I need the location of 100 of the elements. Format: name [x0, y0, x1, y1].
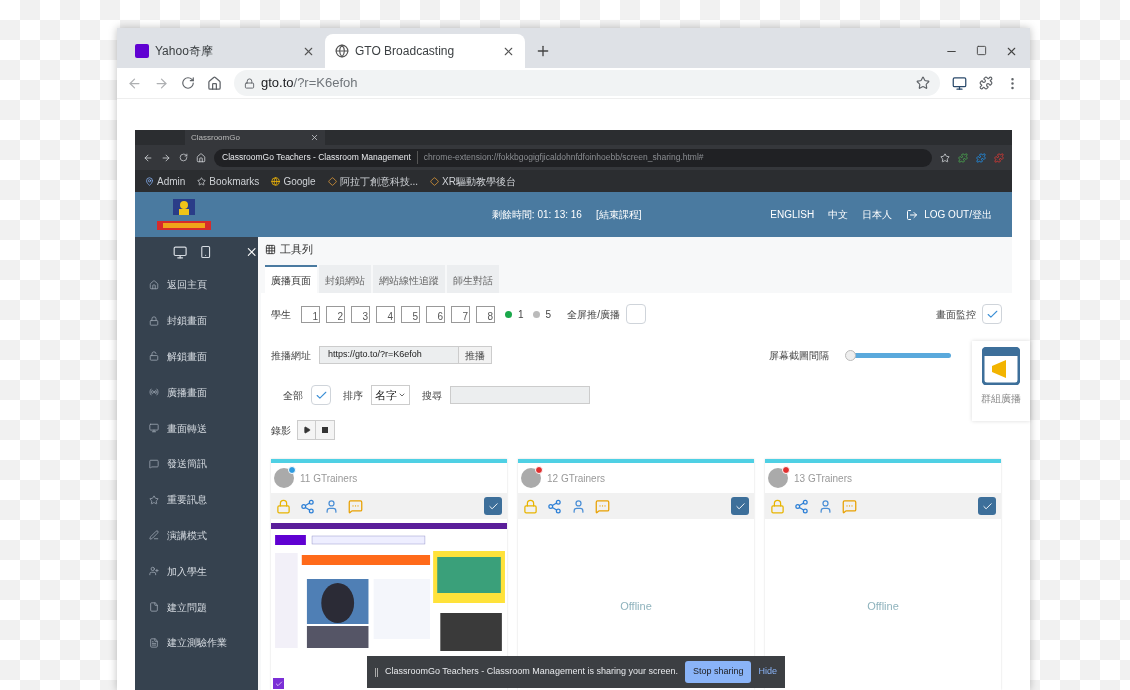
page-title: ClassroomGo Teachers - Classroom Management — [222, 151, 411, 164]
logout-link[interactable]: LOG OUT/登出 — [924, 207, 992, 222]
caret-icon — [398, 391, 406, 399]
extensions-icon[interactable] — [958, 152, 968, 163]
sidebar-item[interactable]: 重要訊息 — [167, 492, 207, 508]
drag-handle-icon[interactable] — [375, 667, 378, 677]
sort-dropdown[interactable]: 名字 — [371, 385, 410, 405]
layout-option[interactable]: 3 — [351, 305, 370, 323]
select-checkbox[interactable] — [731, 497, 749, 515]
layout-option[interactable]: 4 — [376, 305, 395, 323]
tab[interactable]: 師生對話 — [447, 265, 499, 293]
reload-icon[interactable] — [181, 76, 195, 90]
home-icon — [149, 279, 159, 290]
tab[interactable]: 網站線性追蹤 — [373, 265, 445, 293]
select-checkbox[interactable] — [978, 497, 996, 515]
slider-thumb[interactable] — [845, 349, 856, 361]
sidebar-item[interactable]: 返回主頁 — [167, 277, 207, 293]
select-checkbox[interactable] — [484, 497, 502, 515]
extensions-icon[interactable] — [976, 152, 986, 163]
user-icon[interactable] — [324, 498, 339, 514]
bookmark-link[interactable]: 阿拉丁創意科技... — [339, 173, 418, 189]
language-link[interactable]: ENGLISH — [770, 207, 815, 222]
user-icon[interactable] — [571, 498, 586, 514]
sidebar-item[interactable]: 建立問題 — [167, 599, 207, 615]
sidebar-item[interactable]: 畫面轉送 — [167, 420, 207, 436]
tab[interactable]: 廣播頁面 — [265, 265, 317, 293]
sidebar-item[interactable]: 廣播畫面 — [167, 384, 207, 400]
mobile-view-icon[interactable] — [199, 245, 213, 259]
student-label: 學生 — [271, 307, 291, 322]
push-url-field[interactable]: https://gto.to/?r=K6efoh — [319, 346, 459, 364]
forward-icon[interactable] — [161, 152, 171, 163]
offline-text: Offline — [620, 599, 652, 615]
bookmark-link[interactable]: Bookmarks — [209, 173, 260, 189]
tab-title: ClassroomGo — [191, 131, 241, 144]
sidebar-item[interactable]: 解鎖畫面 — [167, 349, 207, 364]
globe-icon — [335, 44, 349, 58]
desktop-view-icon[interactable] — [173, 244, 188, 260]
stop-sharing-button[interactable]: Stop sharing — [684, 661, 752, 683]
close-icon[interactable] — [1005, 45, 1018, 58]
address-bar[interactable]: ClassroomGo Teachers - Classroom Management chrome-extension://fokkbgogigfjicaldohnfdfoinhoebb/screen_sharing.html# — [214, 148, 932, 167]
language-link[interactable]: 日本人 — [862, 207, 893, 222]
group-broadcast-panel[interactable]: 群組廣播 — [972, 341, 1030, 421]
pin-icon — [145, 176, 154, 186]
bookmark-star-icon[interactable] — [916, 76, 930, 90]
student-name: 12 GTrainers — [547, 471, 605, 486]
online-count: 1 — [518, 307, 524, 322]
browser-tab[interactable]: ClassroomGo — [185, 130, 325, 145]
monitor-icon — [149, 423, 159, 434]
back-icon[interactable] — [143, 152, 153, 163]
stop-icon — [322, 427, 328, 433]
tab-title: GTO Broadcasting — [355, 43, 456, 60]
checkbox[interactable] — [273, 678, 284, 689]
unlock-icon — [149, 351, 159, 362]
close-icon[interactable] — [310, 133, 319, 142]
share-icon[interactable] — [300, 498, 315, 514]
lock-icon — [244, 77, 255, 89]
bookmark-link[interactable]: Admin — [157, 173, 186, 189]
address-bar[interactable]: gto.to/?r=K6efoh — [234, 70, 940, 96]
diamond-icon — [429, 176, 439, 186]
home-icon[interactable] — [207, 75, 222, 91]
hide-link[interactable]: Hide — [758, 665, 777, 679]
layout-option[interactable]: 7 — [451, 305, 470, 323]
new-tab-icon[interactable] — [535, 43, 551, 59]
toolbar-title: 工具列 — [280, 241, 313, 257]
user-icon[interactable] — [818, 498, 833, 514]
sidebar-item[interactable]: 發送簡訊 — [167, 456, 207, 472]
megaphone-icon — [982, 347, 1020, 385]
layout-option[interactable]: 5 — [401, 305, 420, 323]
layout-option[interactable]: 8 — [476, 305, 495, 323]
checkbox[interactable] — [625, 304, 646, 324]
layout-option[interactable]: 1 — [301, 305, 320, 323]
search-field[interactable] — [450, 386, 590, 404]
bookmark-link[interactable]: Google — [283, 173, 316, 189]
bookmark-link[interactable]: XR驅動教學後台 — [441, 173, 516, 189]
maximize-icon[interactable] — [976, 45, 987, 56]
sidebar-item[interactable]: 加入學生 — [167, 563, 207, 579]
layout-option[interactable]: 2 — [326, 305, 345, 323]
sort-label: 排序 — [343, 388, 363, 403]
checkbox[interactable] — [982, 304, 1002, 324]
tab[interactable]: 封鎖網站 — [319, 265, 371, 293]
layout-option[interactable]: 6 — [426, 305, 445, 323]
star-icon — [197, 176, 207, 186]
sidebar-item[interactable]: 建立測驗作業 — [167, 635, 227, 651]
logout-icon[interactable] — [906, 208, 919, 221]
browser-tab[interactable]: GTO Broadcasting — [325, 34, 525, 68]
student-name: 11 GTrainers — [300, 471, 358, 486]
search-label: 搜尋 — [422, 388, 442, 403]
all-label: 全部 — [283, 388, 303, 403]
end-course-link[interactable]: [結束課程] — [595, 207, 642, 222]
sidebar-item[interactable]: 封鎖畫面 — [167, 313, 207, 329]
grid-icon — [265, 243, 276, 255]
file-icon — [149, 602, 159, 613]
sidebar-item[interactable]: 演講模式 — [167, 527, 207, 543]
push-button[interactable]: 推播 — [458, 346, 492, 364]
extensions-icon[interactable] — [979, 76, 993, 90]
share-icon[interactable] — [547, 498, 562, 514]
language-link[interactable]: 中文 — [828, 207, 849, 222]
share-icon[interactable] — [794, 498, 809, 514]
url-text: chrome-extension://fokkbgogigfjicaldohnfdfoinhoebb/screen_sharing.html# — [416, 151, 704, 164]
checkbox[interactable] — [311, 385, 331, 405]
